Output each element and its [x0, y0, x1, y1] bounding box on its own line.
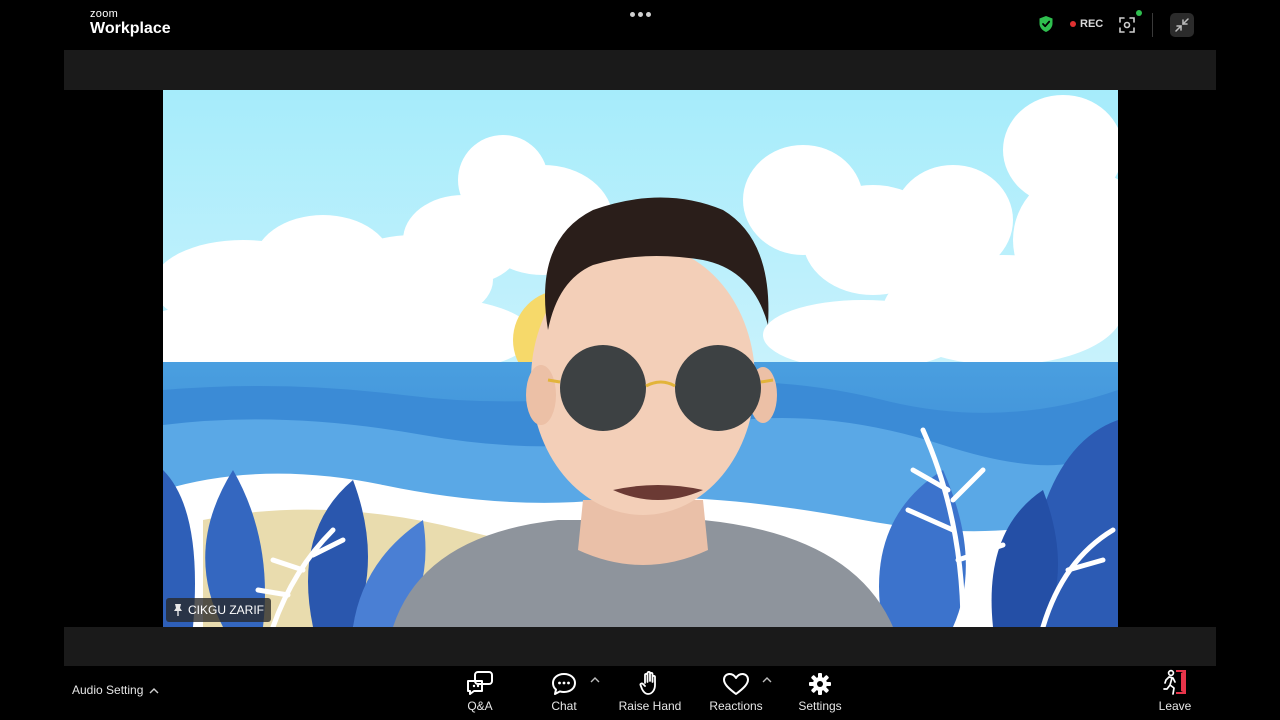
qa-icon	[467, 671, 493, 695]
raise-hand-icon	[639, 670, 656, 695]
reactions-label: Reactions	[709, 699, 763, 713]
video-frame-image	[163, 90, 1118, 627]
chat-options-chevron-icon[interactable]	[590, 676, 600, 684]
recording-indicator[interactable]: REC	[1070, 18, 1103, 30]
participant-video[interactable]	[163, 90, 1118, 627]
meeting-toolbar: Audio Setting Q&A Chat Raise Hand Reacti…	[0, 666, 1280, 720]
leave-button[interactable]: Leave	[1156, 666, 1194, 720]
participant-name: CIKGU ZARIF	[188, 603, 265, 617]
brand-big-text: Workplace	[90, 20, 171, 37]
gear-icon	[809, 673, 831, 695]
heart-icon	[723, 673, 749, 695]
more-icon[interactable]	[624, 4, 656, 24]
leave-label: Leave	[1158, 699, 1192, 713]
view-icon[interactable]	[1116, 10, 1142, 36]
settings-button[interactable]: Settings	[794, 666, 846, 720]
meeting-frame-bottom	[64, 627, 1216, 666]
participant-name-tag: CIKGU ZARIF	[166, 598, 272, 622]
settings-label: Settings	[798, 699, 842, 713]
qa-label: Q&A	[467, 699, 493, 713]
rec-dot-icon	[1070, 21, 1076, 27]
status-dot	[1136, 10, 1142, 16]
chat-label: Chat	[551, 699, 577, 713]
reactions-options-chevron-icon[interactable]	[762, 676, 772, 684]
qa-button[interactable]: Q&A	[462, 666, 498, 720]
chevron-up-icon	[149, 687, 159, 693]
security-shield-icon[interactable]	[1038, 15, 1054, 33]
audio-setting-button[interactable]: Audio Setting	[72, 683, 159, 697]
divider	[1152, 13, 1153, 37]
leave-icon	[1163, 669, 1186, 695]
chat-button[interactable]: Chat	[546, 666, 582, 720]
meeting-frame-top	[64, 50, 1216, 90]
audio-setting-label: Audio Setting	[72, 683, 144, 697]
pin-icon	[174, 604, 182, 616]
zoom-workplace-logo: zoom Workplace	[90, 9, 171, 37]
top-bar: zoom Workplace REC	[0, 0, 1280, 50]
rec-label: REC	[1080, 18, 1104, 30]
chat-icon	[552, 673, 576, 695]
raise-hand-button[interactable]: Raise Hand	[616, 666, 684, 720]
reactions-button[interactable]: Reactions	[706, 666, 766, 720]
brand-small-text: zoom	[90, 8, 119, 20]
exit-fullscreen-icon[interactable]	[1170, 13, 1194, 37]
raise-hand-label: Raise Hand	[618, 699, 682, 713]
